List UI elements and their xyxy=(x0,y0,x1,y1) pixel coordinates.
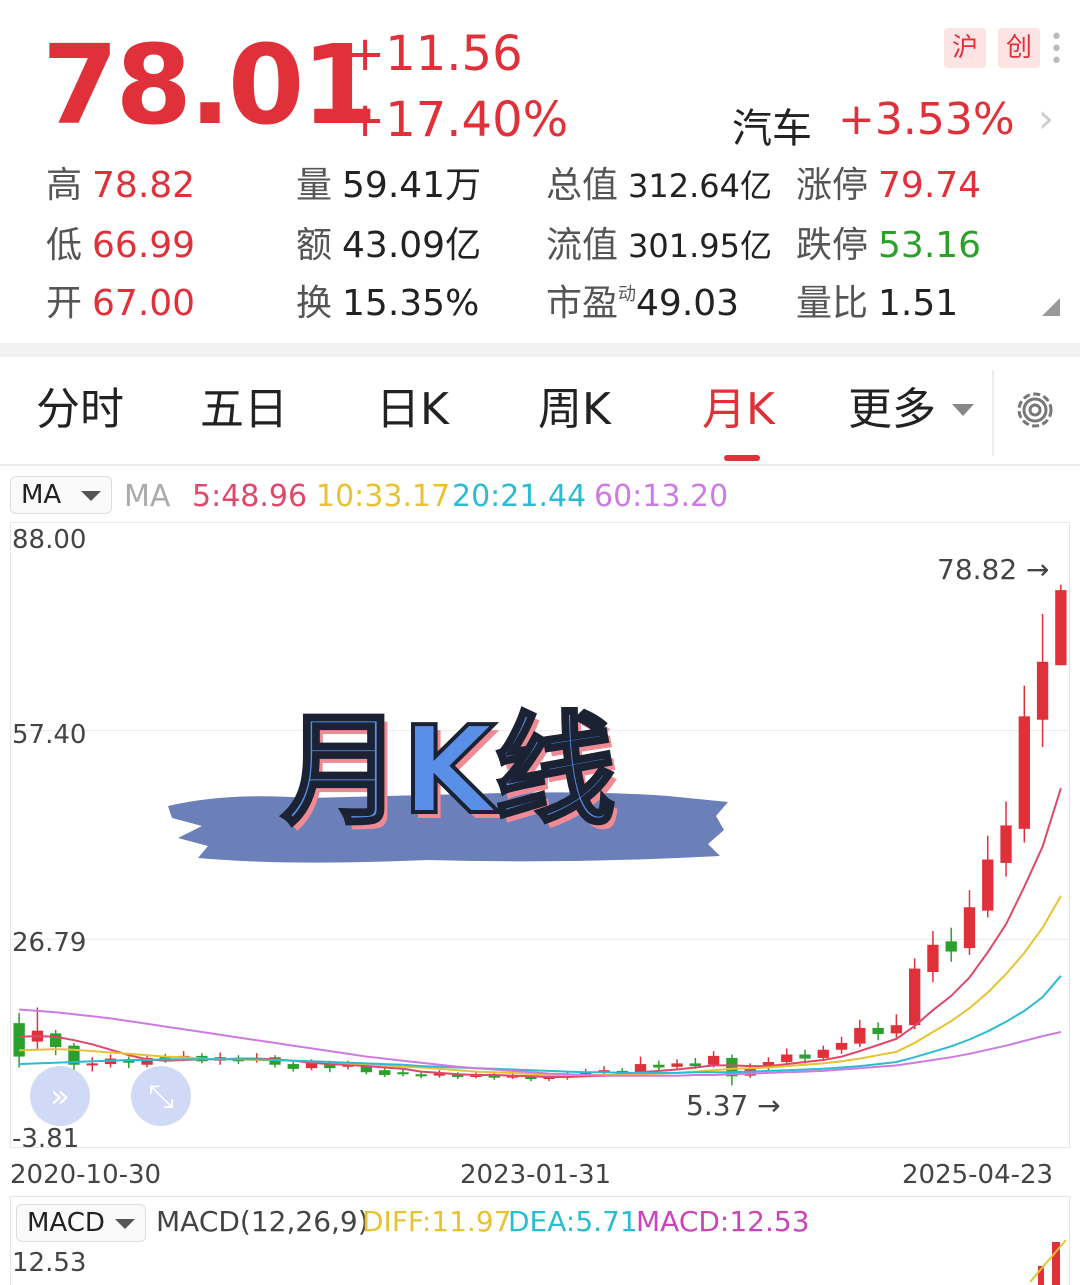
market-badge-sh: 沪 xyxy=(944,28,986,68)
overlay-title: 月K线 xyxy=(280,702,617,841)
candle-body xyxy=(13,1023,25,1057)
x-tick-label: 2025-04-23 xyxy=(902,1160,1054,1190)
ma-line-ma20 xyxy=(19,975,1062,1074)
stat-pe: 市盈动49.03 xyxy=(546,283,740,324)
fullscreen-icon[interactable]: ⤡ xyxy=(131,1066,191,1126)
candle-body xyxy=(1000,825,1012,863)
tab-monthly-k[interactable]: 月K xyxy=(702,388,775,432)
ma10-value: 10:33.17 xyxy=(316,479,451,514)
candle-body xyxy=(890,1025,903,1034)
stat-high: 高 78.82 xyxy=(46,165,196,206)
candle-body xyxy=(963,907,976,949)
stat-volume: 量 59.41万 xyxy=(296,165,482,206)
tab-divider xyxy=(992,370,994,456)
macd-value: MACD:12.53 xyxy=(636,1205,810,1238)
candle-body xyxy=(781,1054,793,1063)
macd-diff: DIFF:11.97 xyxy=(362,1205,512,1238)
expand-triangle-icon[interactable] xyxy=(1042,298,1060,316)
candle-body xyxy=(653,1064,665,1068)
ma5-value: 5:48.96 xyxy=(192,479,308,514)
macd-params: MACD(12,26,9) xyxy=(156,1205,369,1238)
chevron-right-icon[interactable]: › xyxy=(1038,96,1054,142)
y-tick-label: -3.81 xyxy=(12,1124,80,1154)
candle-body xyxy=(908,968,921,1026)
stat-turnover: 换 15.35% xyxy=(296,283,480,324)
tab-more[interactable]: 更多 xyxy=(848,388,936,432)
active-tab-indicator xyxy=(724,455,760,461)
candle-body xyxy=(799,1054,811,1059)
candle-body xyxy=(927,944,939,973)
ma20-value: 20:21.44 xyxy=(452,479,587,514)
market-badge-chuang: 创 xyxy=(998,28,1040,68)
candle-body xyxy=(1055,590,1067,666)
candle-body xyxy=(671,1063,683,1067)
candle-body xyxy=(378,1070,391,1075)
indicator-dropdown[interactable]: MA xyxy=(10,476,112,514)
ma-label: MA xyxy=(124,479,171,514)
candle-body xyxy=(397,1072,409,1075)
tab-weekly-k[interactable]: 周K xyxy=(538,388,611,432)
macd-diff-line xyxy=(1030,1239,1067,1283)
candle-body xyxy=(86,1063,98,1066)
macd-dea: DEA:5.71 xyxy=(508,1205,638,1238)
stat-float-cap: 流值 301.95亿 xyxy=(546,225,772,266)
y-tick-label: 26.79 xyxy=(12,928,87,958)
stat-volume-ratio: 量比 1.51 xyxy=(796,283,959,324)
current-price: 78.01 xyxy=(42,21,378,149)
stat-limit-up: 涨停 79.74 xyxy=(796,165,982,206)
section-divider xyxy=(0,343,1080,357)
ma-line-ma60 xyxy=(19,1008,1062,1077)
candle-body xyxy=(872,1027,884,1035)
stat-amount: 额 43.09亿 xyxy=(296,225,482,266)
max-annotation: 78.82 → xyxy=(937,553,1050,586)
candle-body xyxy=(982,859,994,911)
stat-low: 低 66.99 xyxy=(46,225,196,266)
tabs-bottom-border xyxy=(0,464,1080,466)
candle-body xyxy=(50,1033,62,1048)
min-annotation: 5.37 → xyxy=(686,1089,781,1122)
more-dots-icon[interactable]: • • • xyxy=(1050,27,1063,73)
sector-change[interactable]: +3.53% xyxy=(838,94,1015,145)
candle-body xyxy=(415,1074,427,1077)
macd-histogram xyxy=(1030,1239,1067,1285)
tab-intraday[interactable]: 分时 xyxy=(36,388,124,432)
candle-body xyxy=(689,1063,702,1067)
stat-open: 开 67.00 xyxy=(46,283,196,324)
expand-chevrons-icon[interactable]: » xyxy=(30,1066,90,1126)
sector-name[interactable]: 汽车 xyxy=(732,96,812,154)
stat-market-cap: 总值 312.64亿 xyxy=(546,165,772,206)
candle-body xyxy=(817,1049,829,1058)
price-change: +11.56 xyxy=(345,26,523,82)
y-tick-label: 88.00 xyxy=(12,525,87,555)
candle-body xyxy=(707,1055,720,1065)
price-change-pct: +17.40% xyxy=(345,92,569,148)
ma-line-ma10 xyxy=(19,895,1062,1076)
tab-five-day[interactable]: 五日 xyxy=(200,388,288,432)
stat-limit-down: 跌停 53.16 xyxy=(796,225,982,266)
x-tick-label: 2023-01-31 xyxy=(460,1160,612,1190)
ma60-value: 60:13.20 xyxy=(594,479,729,514)
tab-daily-k[interactable]: 日K xyxy=(376,388,449,432)
candle-body xyxy=(1036,661,1049,720)
candle-body xyxy=(945,941,957,952)
x-tick-label: 2020-10-30 xyxy=(10,1160,162,1190)
candle-body xyxy=(835,1042,848,1050)
y-tick-label: 57.40 xyxy=(12,720,87,750)
macd-dropdown[interactable]: MACD xyxy=(16,1204,146,1242)
gear-icon[interactable] xyxy=(1010,385,1060,435)
candle-body xyxy=(854,1027,866,1044)
candle-body xyxy=(287,1064,299,1069)
chevron-down-icon[interactable] xyxy=(952,404,974,416)
candle-body xyxy=(1018,716,1030,829)
macd-y-tick: 12.53 xyxy=(12,1248,87,1278)
